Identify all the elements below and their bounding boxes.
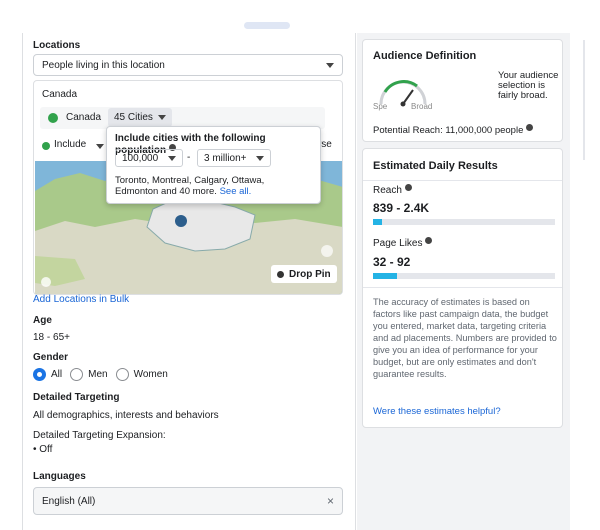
estimates-disclaimer: The accuracy of estimates is based on fa… bbox=[373, 297, 557, 379]
include-dropdown[interactable]: Include bbox=[54, 139, 86, 150]
targeting-expansion-value: • Off bbox=[33, 444, 53, 455]
reach-label: Reach bbox=[373, 185, 402, 196]
gender-radio-all[interactable] bbox=[33, 368, 46, 381]
info-icon bbox=[526, 124, 534, 131]
chevron-down-icon bbox=[256, 155, 264, 161]
divider bbox=[363, 287, 562, 288]
info-icon bbox=[41, 277, 51, 287]
range-separator: - bbox=[187, 152, 191, 163]
country-group-label: Canada bbox=[42, 89, 78, 100]
potential-reach: Potential Reach: 11,000,000 people bbox=[373, 125, 524, 136]
scroll-indicator[interactable] bbox=[583, 40, 585, 160]
page-likes-bar-fill bbox=[373, 273, 397, 279]
audience-definition-title: Audience Definition bbox=[373, 50, 477, 62]
divider bbox=[363, 180, 562, 181]
location-type-value: People living in this location bbox=[42, 59, 165, 71]
page-likes-bar bbox=[373, 273, 555, 279]
age-value[interactable]: 18 - 65+ bbox=[33, 332, 70, 343]
gender-options: All Men Women bbox=[33, 368, 168, 381]
locate-icon[interactable] bbox=[321, 245, 333, 257]
info-icon bbox=[425, 237, 433, 244]
cities-chip[interactable]: 45 Cities bbox=[108, 108, 172, 127]
targeting-expansion-off: Off bbox=[39, 444, 53, 455]
max-population-value: 3 million+ bbox=[204, 152, 247, 164]
see-all-link[interactable]: See all. bbox=[220, 186, 252, 197]
reach-bar bbox=[373, 219, 555, 225]
map-marker-icon bbox=[175, 215, 187, 227]
max-population-select[interactable]: 3 million+ bbox=[197, 149, 271, 167]
locations-heading: Locations bbox=[33, 40, 81, 51]
page-likes-value: 32 - 92 bbox=[373, 255, 411, 269]
targeting-expansion-label: Detailed Targeting Expansion: bbox=[33, 430, 166, 441]
gender-heading: Gender bbox=[33, 352, 69, 363]
min-population-value: 100,000 bbox=[122, 152, 159, 164]
audience-description: Your audience selection is fairly broad. bbox=[498, 70, 559, 101]
drop-pin-button[interactable]: Drop Pin bbox=[271, 265, 337, 283]
page-likes-label: Page Likes bbox=[373, 238, 423, 249]
gender-radio-men[interactable] bbox=[70, 368, 84, 381]
chevron-down-icon bbox=[326, 62, 334, 68]
drop-pin-label: Drop Pin bbox=[289, 268, 331, 280]
pin-icon bbox=[277, 270, 284, 278]
gender-radio-women[interactable] bbox=[115, 368, 129, 381]
age-heading: Age bbox=[33, 315, 52, 326]
chevron-down-icon bbox=[96, 144, 104, 149]
close-icon[interactable]: × bbox=[327, 494, 334, 508]
gauge-right-label: Broad bbox=[411, 102, 433, 111]
gauge-left-label: Spe bbox=[373, 102, 388, 111]
detailed-targeting-heading: Detailed Targeting bbox=[33, 392, 120, 403]
estimated-results-title: Estimated Daily Results bbox=[373, 160, 498, 172]
language-value: English (All) bbox=[42, 495, 96, 507]
gender-label-women: Women bbox=[133, 369, 168, 380]
estimates-helpful-link[interactable]: Were these estimates helpful? bbox=[373, 406, 501, 417]
include-dot-icon bbox=[42, 142, 50, 150]
chevron-down-icon bbox=[168, 155, 176, 161]
reach-value: 839 - 2.4K bbox=[373, 201, 430, 215]
languages-field[interactable]: English (All) × bbox=[33, 487, 343, 515]
location-pin-icon bbox=[48, 113, 58, 123]
chevron-down-icon bbox=[157, 115, 166, 120]
country-chip[interactable]: Canada bbox=[66, 112, 101, 123]
info-icon bbox=[404, 184, 412, 191]
gender-label-all: All bbox=[51, 369, 63, 380]
detailed-targeting-value[interactable]: All demographics, interests and behavior… bbox=[33, 410, 219, 421]
audience-definition-card: Audience Definition Spe Broad Your audie… bbox=[362, 39, 563, 142]
languages-heading: Languages bbox=[33, 471, 86, 482]
cities-chip-label: 45 Cities bbox=[114, 112, 153, 123]
add-locations-bulk-link[interactable]: Add Locations in Bulk bbox=[33, 294, 129, 305]
min-population-select[interactable]: 100,000 bbox=[115, 149, 183, 167]
left-gutter bbox=[0, 0, 22, 530]
location-type-dropdown[interactable]: People living in this location bbox=[33, 54, 343, 76]
gender-label-men: Men bbox=[88, 369, 108, 380]
estimated-results-card: Estimated Daily Results Reach 839 - 2.4K… bbox=[362, 148, 563, 428]
city-population-popup: Include cities with the following popula… bbox=[106, 126, 321, 204]
reach-bar-fill bbox=[373, 219, 383, 225]
top-tab-indicator bbox=[244, 22, 290, 29]
